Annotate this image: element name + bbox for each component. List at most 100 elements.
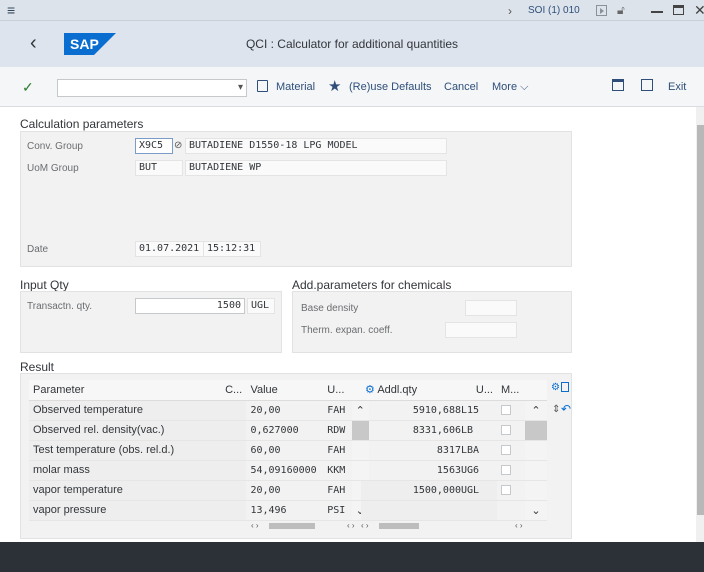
uom-group-value: BUT — [135, 160, 183, 176]
table-row[interactable]: 1563 UG6 — [361, 460, 547, 481]
table-row[interactable]: Observed rel. density(vac.) 0,627000 RDW — [29, 420, 369, 441]
cancel-button[interactable]: Cancel — [444, 81, 478, 93]
reuse-defaults-button[interactable]: (Re)use Defaults — [349, 81, 432, 93]
table-row[interactable]: 8331,606 LB — [361, 420, 547, 441]
table-row[interactable]: 1500,000 UGL — [361, 480, 547, 501]
checkbox[interactable] — [501, 425, 511, 436]
conv-group-input[interactable]: X9C5 — [135, 138, 173, 154]
value-cell[interactable]: 60,00 — [246, 440, 324, 461]
addl-qty-cell: 1500,000 — [361, 480, 461, 501]
horizontal-scrollbar-thumb[interactable] — [379, 522, 419, 529]
window-icon[interactable] — [612, 79, 624, 91]
play-icon[interactable] — [596, 5, 607, 16]
table-row[interactable]: molar mass 54,09160000 KKM — [29, 460, 369, 481]
parameter-cell: Observed temperature — [29, 400, 222, 421]
material-button[interactable]: Material — [276, 81, 315, 93]
checkbox[interactable] — [501, 465, 511, 476]
calc-params-panel: Conv. Group X9C5 ⊘ BUTADIENE D1550-18 LP… — [20, 131, 572, 267]
value-cell[interactable]: 20,00 — [246, 480, 324, 501]
scroll-down-icon[interactable]: ⌄ — [525, 500, 547, 521]
checkbox[interactable] — [501, 405, 511, 416]
transaction-qty-label: Transactn. qty. — [27, 301, 93, 312]
checkmark-icon[interactable]: ✓ — [22, 79, 34, 96]
status-bar — [0, 542, 704, 572]
result-table: Parameter C... Value U... Observed tempe… — [29, 380, 369, 531]
scroll-left-right-icon[interactable]: ‹ › — [251, 521, 259, 530]
command-field[interactable]: ▾ — [57, 79, 247, 97]
chevron-down-icon[interactable]: ▾ — [238, 81, 243, 95]
table-row[interactable]: Test temperature (obs. rel.d.) 60,00 FAH — [29, 440, 369, 461]
settings-icon[interactable]: ⚙ — [365, 384, 375, 396]
table-row[interactable]: vapor pressure 13,496 PSI ⌄ — [29, 500, 369, 521]
addl-unit-cell: LB — [461, 420, 497, 441]
table-row[interactable]: vapor temperature 20,00 FAH — [29, 480, 369, 501]
value-cell[interactable]: 13,496 — [246, 500, 324, 521]
time-value: 15:12:31 — [203, 241, 261, 257]
col-value[interactable]: Value — [246, 380, 324, 401]
uom-group-label: UoM Group — [27, 163, 79, 174]
more-button[interactable]: More ⌵ — [492, 81, 528, 94]
undo-icon[interactable]: ↶ — [561, 402, 571, 416]
col-parameter[interactable]: Parameter — [29, 380, 222, 401]
addl-qty-cell: 8317 — [361, 440, 461, 461]
unlock-icon[interactable]: 🔓︎ — [617, 3, 625, 18]
unit-cell: KKM — [323, 460, 352, 481]
conv-group-label: Conv. Group — [27, 141, 83, 152]
table-row[interactable]: Observed temperature 20,00 FAH ⌃ — [29, 400, 369, 421]
scroll-up-icon[interactable]: ⌃ — [525, 400, 547, 421]
window-scrollbar-thumb[interactable] — [697, 125, 704, 515]
checkbox[interactable] — [501, 485, 511, 496]
result-heading: Result — [20, 360, 55, 374]
conv-group-description: BUTADIENE D1550-18 LPG MODEL — [185, 138, 447, 154]
system-bar: ≡ › SOI (1) 010 🔓︎ ✕ — [0, 0, 704, 21]
table-row[interactable]: 8317 LBA — [361, 440, 547, 461]
addl-unit-cell: UGL — [461, 480, 497, 501]
star-icon[interactable]: ★ — [328, 77, 341, 95]
value-help-icon[interactable]: ⊘ — [174, 140, 182, 151]
unit-cell: PSI — [323, 500, 352, 521]
input-qty-heading: Input Qty — [20, 278, 69, 292]
value-cell[interactable]: 20,00 — [246, 400, 324, 421]
close-icon[interactable]: ✕ — [694, 2, 704, 19]
settings-icon[interactable]: ⚙ — [551, 382, 560, 393]
unit-cell: RDW — [323, 420, 352, 441]
table-row: ⌄ — [361, 500, 547, 521]
addl-qty-cell: 5910,688 — [361, 400, 461, 421]
col-unit[interactable]: U... — [323, 380, 352, 401]
details-icon[interactable] — [561, 382, 569, 392]
value-cell[interactable]: 0,627000 — [246, 420, 324, 441]
table-row[interactable]: 5910,688 L15 ⌃ — [361, 400, 547, 421]
value-cell[interactable]: 54,09160000 — [246, 460, 324, 481]
base-density-label: Base density — [301, 303, 359, 314]
input-qty-panel: Transactn. qty. 1500 UGL — [20, 291, 282, 353]
vertical-scrollbar-thumb[interactable] — [525, 420, 547, 441]
scroll-left-right-icon[interactable]: ‹ › — [515, 521, 523, 530]
chevron-right-icon[interactable]: › — [508, 4, 512, 18]
minimize-icon[interactable] — [651, 11, 663, 13]
horizontal-scrollbar[interactable]: ‹ › ‹ › — [29, 521, 369, 531]
new-window-icon[interactable] — [641, 79, 653, 91]
horizontal-scrollbar[interactable]: ‹ › ‹ › — [361, 521, 547, 531]
exit-button[interactable]: Exit — [668, 81, 686, 93]
unit-cell: FAH — [323, 400, 352, 421]
addl-qty-table: ⚙ Addl.qty U... M... 5910,688 L15 ⌃ 8331… — [361, 380, 547, 531]
horizontal-scrollbar-thumb[interactable] — [269, 522, 315, 529]
col-c[interactable]: C... — [221, 380, 247, 401]
scroll-left-right-icon[interactable]: ‹ › — [361, 521, 369, 530]
base-density-field — [465, 300, 517, 316]
scroll-left-right-icon[interactable]: ‹ › — [347, 521, 355, 530]
transaction-qty-input[interactable]: 1500 — [135, 298, 245, 314]
session-info[interactable]: SOI (1) 010 — [528, 5, 580, 16]
addl-qty-cell: 1563 — [361, 460, 461, 481]
col-m[interactable]: M... — [497, 380, 525, 401]
col-addl-qty[interactable]: ⚙ Addl.qty — [361, 380, 461, 401]
col-addl-unit[interactable]: U... — [461, 380, 497, 401]
hamburger-menu-icon[interactable]: ≡ — [7, 3, 15, 17]
checkbox[interactable] — [501, 445, 511, 456]
material-icon[interactable] — [257, 80, 268, 92]
date-value: 01.07.2021 — [135, 241, 205, 257]
therm-expansion-field — [445, 322, 517, 338]
scroll-up-down-icon[interactable]: ⇕ — [552, 404, 560, 415]
maximize-icon[interactable] — [673, 5, 684, 15]
addl-qty-cell: 8331,606 — [361, 420, 461, 441]
